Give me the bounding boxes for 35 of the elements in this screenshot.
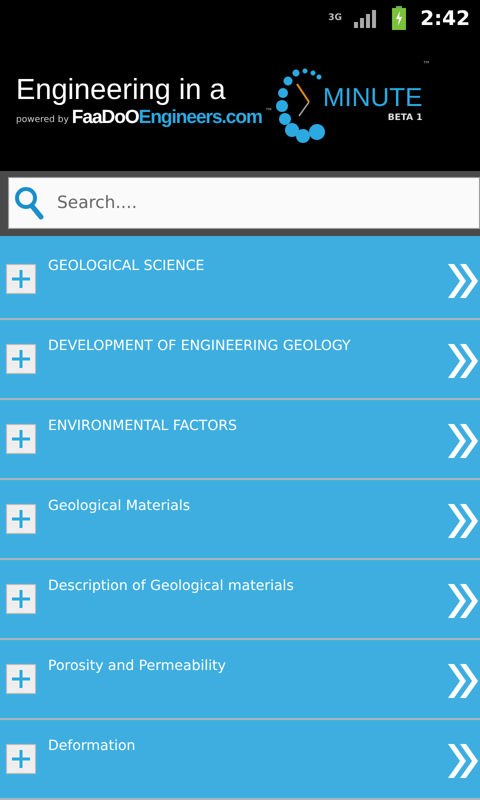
topic-label: ENVIRONMENTAL FACTORS	[48, 418, 238, 434]
search-field[interactable]: Search....	[8, 177, 480, 230]
expand-icon[interactable]	[6, 504, 36, 534]
double-chevron-icon	[446, 662, 480, 700]
double-chevron-icon	[446, 582, 480, 620]
battery-icon	[392, 6, 406, 30]
signal-icon	[354, 8, 378, 28]
brand-name: FaaDoO	[72, 107, 139, 130]
search-icon	[13, 185, 45, 222]
topic-label: Deformation	[48, 738, 136, 754]
double-chevron-icon	[446, 422, 480, 460]
topic-label: Porosity and Permeability	[48, 658, 227, 674]
topic-label: Description of Geological materials	[48, 578, 295, 594]
network-type: 3G	[328, 14, 340, 23]
expand-icon[interactable]	[6, 424, 36, 454]
double-chevron-icon	[446, 742, 480, 780]
trademark-mark: ™	[264, 107, 273, 116]
expand-icon[interactable]	[6, 744, 36, 774]
brand-domain: Engineers.com	[138, 107, 262, 130]
topic-label: GEOLOGICAL SCIENCE	[48, 258, 206, 274]
app-title: Engineering in a	[16, 75, 226, 108]
expand-icon[interactable]	[6, 664, 36, 694]
expand-icon[interactable]	[6, 264, 36, 294]
double-chevron-icon	[446, 262, 480, 300]
clock-time: 2:42	[420, 6, 470, 30]
expand-icon[interactable]	[6, 584, 36, 614]
topic-label: Geological Materials	[48, 498, 192, 514]
powered-by-text: powered by	[16, 115, 69, 128]
beta-label: BETA 1	[388, 112, 423, 123]
minute-logo-text: MINUTE	[322, 82, 423, 113]
double-chevron-icon	[446, 342, 480, 380]
topic-label: DEVELOPMENT OF ENGINEERING GEOLOGY	[48, 338, 352, 354]
trademark-mark: ™	[422, 60, 431, 70]
expand-icon[interactable]	[6, 344, 36, 374]
double-chevron-icon	[446, 502, 480, 540]
